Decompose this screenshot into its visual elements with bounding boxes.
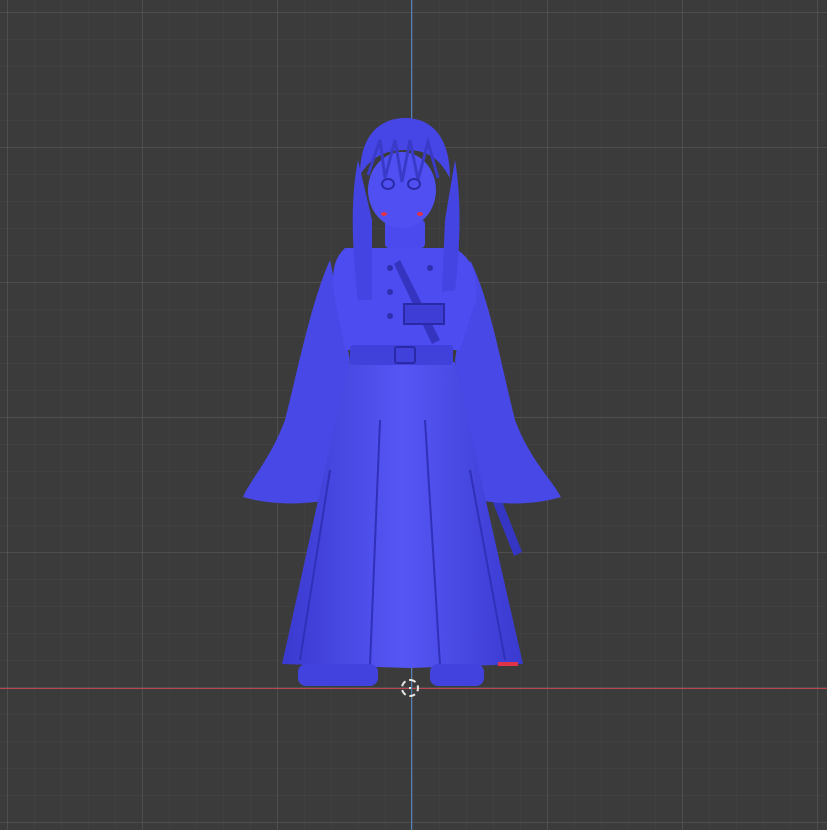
sword-guard — [403, 303, 445, 325]
3d-viewport[interactable] — [0, 0, 827, 830]
face — [368, 152, 436, 228]
3d-cursor-icon[interactable] — [401, 679, 419, 697]
character-model[interactable] — [0, 0, 827, 830]
heel-accent — [498, 662, 518, 666]
